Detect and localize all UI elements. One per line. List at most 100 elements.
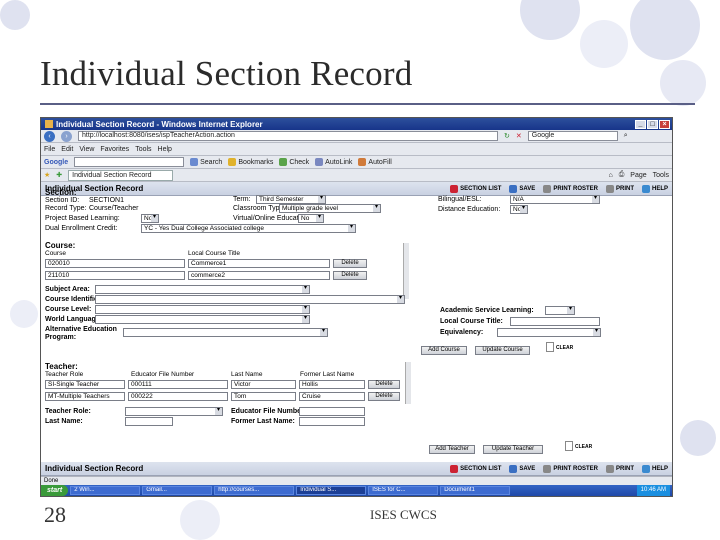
menu-file[interactable]: File xyxy=(44,146,55,153)
project-based-select[interactable]: No xyxy=(141,214,159,223)
teacher-role-select[interactable] xyxy=(125,407,223,416)
term-select[interactable]: Third Semester xyxy=(256,195,326,204)
add-teacher-button[interactable]: Add Teacher xyxy=(429,445,475,454)
autolink-button[interactable]: AutoLink xyxy=(315,158,352,166)
project-based-label: Project Based Learning: xyxy=(45,215,120,222)
teacher-last-name-input[interactable] xyxy=(125,417,173,426)
forward-icon[interactable]: › xyxy=(61,130,72,142)
teacher-col-role: Teacher Role xyxy=(45,371,84,378)
update-course-button[interactable]: Update Course xyxy=(475,346,530,355)
save-icon xyxy=(509,464,518,473)
academic-service-label: Academic Service Learning: xyxy=(440,307,534,314)
browser-search-input[interactable]: Google xyxy=(527,131,618,141)
teacher-edfile-field[interactable]: 000111 xyxy=(128,380,228,389)
course-clear-label[interactable]: CLEAR xyxy=(556,345,573,351)
local-title-input[interactable] xyxy=(510,317,600,326)
taskbar-item[interactable]: 2 Win... xyxy=(70,486,141,495)
course-identifier-select[interactable] xyxy=(95,295,405,304)
bilingual-select[interactable]: N/A xyxy=(510,195,600,204)
course-title-field[interactable]: Commerce1 xyxy=(188,259,330,268)
classroom-type-select[interactable]: Multiple grade level xyxy=(279,204,381,213)
course-code-field[interactable]: 020010 xyxy=(45,259,185,268)
course-level-select[interactable] xyxy=(95,305,310,314)
clear-icon[interactable] xyxy=(546,342,554,352)
save-button[interactable]: SAVE xyxy=(509,464,535,473)
academic-service-select[interactable] xyxy=(545,306,575,315)
virtual-select[interactable]: No xyxy=(298,214,324,223)
taskbar-item[interactable]: Document1 xyxy=(440,486,511,495)
teacher-former-input[interactable] xyxy=(299,417,365,426)
clear-icon[interactable] xyxy=(565,441,573,451)
teacher-delete-button[interactable]: Delete xyxy=(368,392,400,401)
world-language-select[interactable] xyxy=(95,315,310,324)
teacher-last-field[interactable]: Victor xyxy=(231,380,296,389)
taskbar-item-active[interactable]: Individual S... xyxy=(296,486,367,495)
window-titlebar: Individual Section Record - Windows Inte… xyxy=(41,118,672,130)
print-button[interactable]: PRINT xyxy=(605,464,634,473)
back-icon[interactable]: ‹ xyxy=(44,130,55,142)
check-button[interactable]: Check xyxy=(279,158,309,166)
home-icon[interactable]: ⌂ xyxy=(608,172,612,179)
menu-help[interactable]: Help xyxy=(158,146,172,153)
course-scrollbar[interactable] xyxy=(403,243,409,299)
teacher-edfile-input[interactable] xyxy=(299,407,365,416)
distance-select[interactable]: No xyxy=(510,205,528,214)
menu-favorites[interactable]: Favorites xyxy=(100,146,129,153)
print-icon[interactable]: ⎙ xyxy=(619,171,625,179)
favorites-star-icon[interactable]: ★ xyxy=(44,171,50,179)
teacher-role-field[interactable]: MT-Multiple Teachers xyxy=(45,392,125,401)
tools-menu[interactable]: Tools xyxy=(653,172,669,179)
stop-icon[interactable]: ✕ xyxy=(516,132,522,140)
update-teacher-button[interactable]: Update Teacher xyxy=(483,445,543,454)
star-icon xyxy=(228,158,237,166)
close-button[interactable]: × xyxy=(659,119,670,129)
app-footer-title: Individual Section Record xyxy=(45,464,144,473)
teacher-scrollbar[interactable] xyxy=(405,362,411,404)
start-button[interactable]: start xyxy=(41,485,69,496)
subject-area-label: Subject Area: xyxy=(45,286,90,293)
equivalency-label: Equivalency: xyxy=(440,329,484,336)
google-toolbar-input[interactable] xyxy=(74,157,185,167)
bookmarks-button[interactable]: Bookmarks xyxy=(228,158,273,166)
teacher-role-field[interactable]: SI-Single Teacher xyxy=(45,380,125,389)
bg-bubble xyxy=(520,0,580,40)
dual-enrollment-select[interactable]: YC - Yes Dual College Associated college xyxy=(141,224,356,233)
teacher-former-field[interactable]: Hollis xyxy=(299,380,365,389)
print-roster-button[interactable]: PRINT ROSTER xyxy=(543,464,598,473)
teacher-former-field[interactable]: Cruise xyxy=(299,392,365,401)
teacher-clear-label[interactable]: CLEAR xyxy=(575,444,592,450)
help-button[interactable]: HELP xyxy=(641,464,668,473)
add-course-button[interactable]: Add Course xyxy=(421,346,467,355)
bg-bubble xyxy=(10,300,38,328)
course-delete-button[interactable]: Delete xyxy=(333,259,367,268)
minimize-button[interactable]: _ xyxy=(635,119,646,129)
taskbar-item[interactable]: ISES for C... xyxy=(368,486,439,495)
section-id-label: Section ID: xyxy=(45,197,80,204)
alt-ed-select[interactable] xyxy=(123,328,328,337)
print-icon xyxy=(543,464,552,473)
teacher-delete-button[interactable]: Delete xyxy=(368,380,400,389)
teacher-last-field[interactable]: Tom xyxy=(231,392,296,401)
teacher-edfile-field[interactable]: 000222 xyxy=(128,392,228,401)
course-title-field[interactable]: commerce2 xyxy=(188,271,330,280)
course-delete-button[interactable]: Delete xyxy=(333,271,367,280)
course-code-field[interactable]: 211010 xyxy=(45,271,185,280)
section-list-button[interactable]: SECTION LIST xyxy=(450,464,501,473)
equivalency-select[interactable] xyxy=(497,328,601,337)
menu-tools[interactable]: Tools xyxy=(135,146,151,153)
maximize-button[interactable]: □ xyxy=(647,119,658,129)
refresh-icon[interactable]: ↻ xyxy=(504,132,510,140)
autofill-button[interactable]: AutoFill xyxy=(358,158,392,166)
taskbar-item[interactable]: Gmail... xyxy=(142,486,213,495)
google-search-button[interactable]: Search xyxy=(190,158,222,166)
teacher-last-name-label: Last Name: xyxy=(45,418,83,425)
add-favorite-icon[interactable]: ✚ xyxy=(56,171,62,179)
taskbar-item[interactable]: http://courses... xyxy=(214,486,295,495)
menu-view[interactable]: View xyxy=(79,146,94,153)
page-menu[interactable]: Page xyxy=(630,172,646,179)
menu-edit[interactable]: Edit xyxy=(61,146,73,153)
search-icon[interactable]: ⌕ xyxy=(624,132,628,140)
subject-area-select[interactable] xyxy=(95,285,310,294)
tab-individual-section-record[interactable]: Individual Section Record xyxy=(68,169,173,181)
address-input[interactable]: http://localhost:8080/ises/ispTeacherAct… xyxy=(78,131,498,141)
